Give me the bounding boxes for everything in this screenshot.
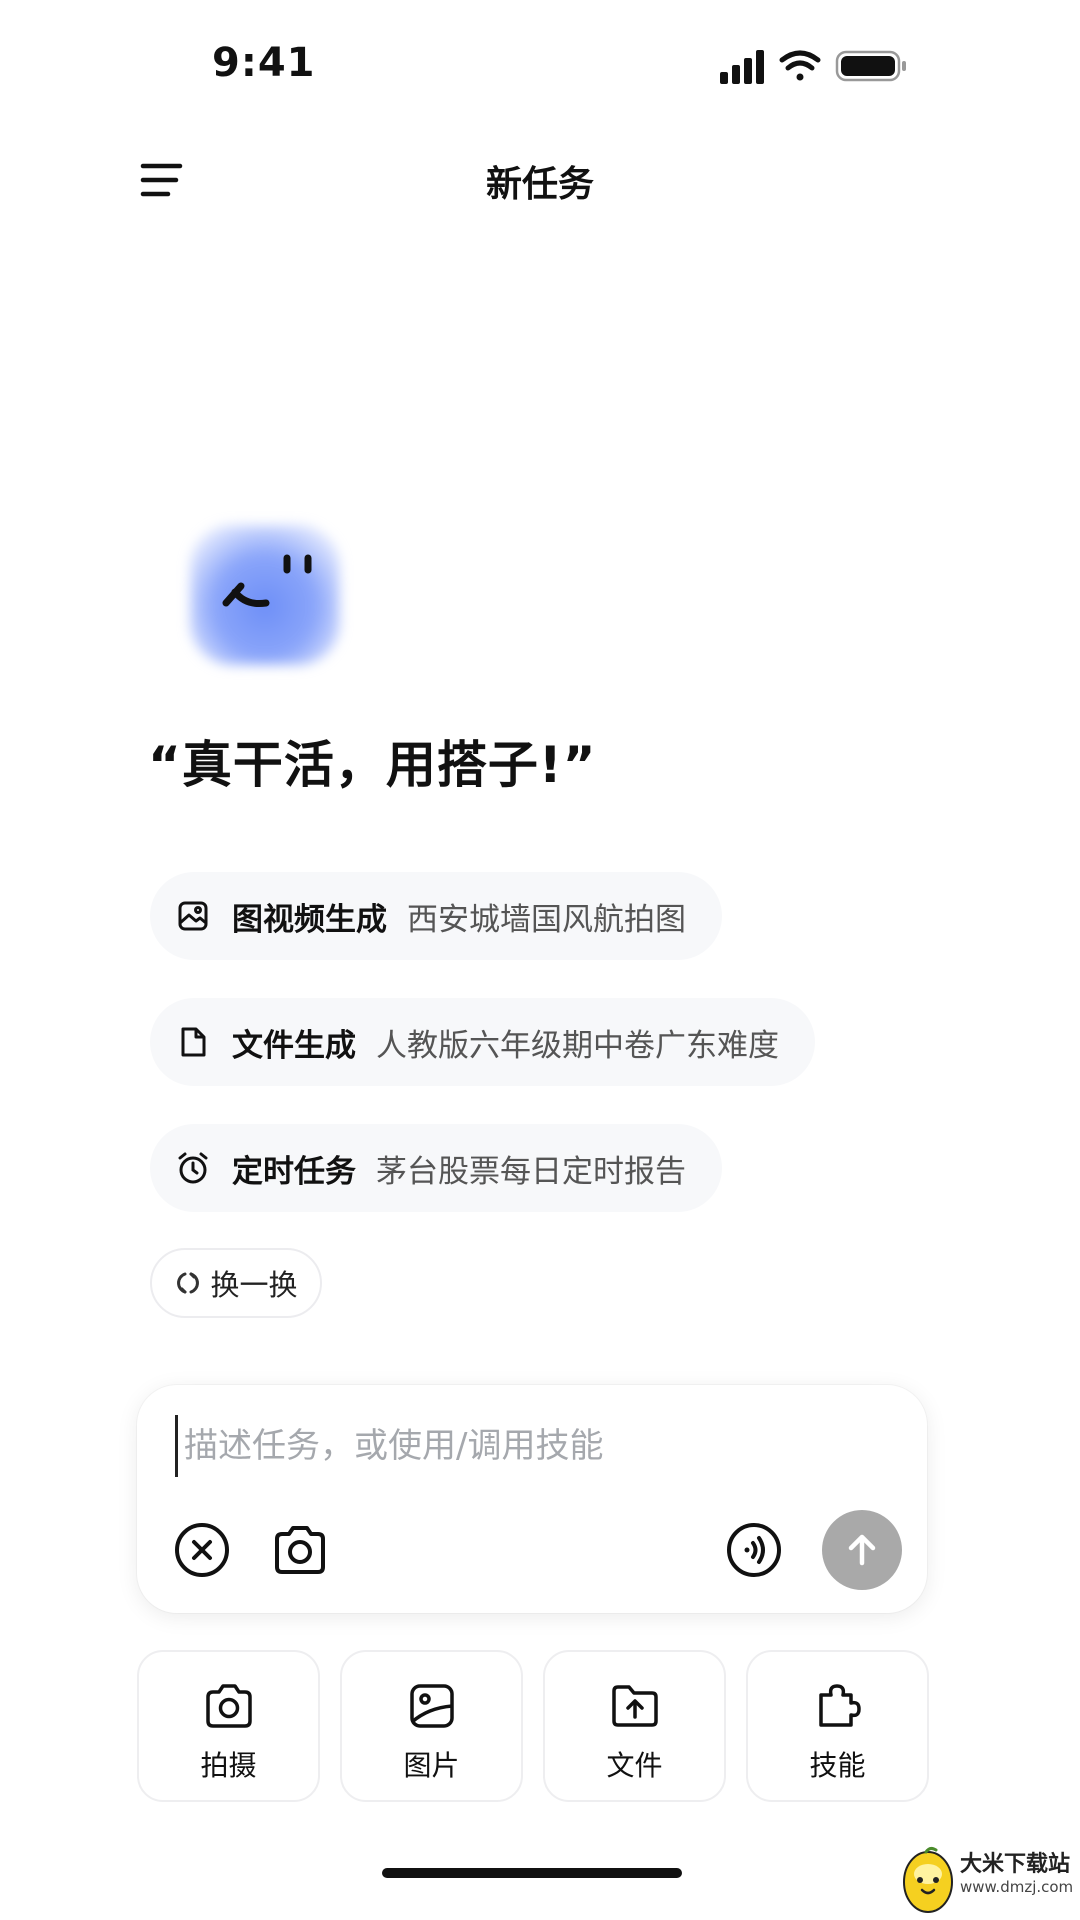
image-icon — [176, 899, 210, 933]
task-input-card — [137, 1385, 927, 1613]
battery-icon — [835, 50, 906, 82]
voice-button[interactable] — [724, 1520, 784, 1580]
suggestion-chip-file[interactable]: 文件生成 人教版六年级期中卷广东难度 — [150, 998, 815, 1086]
page-title: 新任务 — [485, 164, 594, 205]
wifi-icon — [779, 50, 821, 81]
puzzle-icon — [812, 1680, 864, 1732]
camera-icon — [275, 1526, 325, 1574]
suggestion-chip-image-video[interactable]: 图视频生成 西安城墙国风航拍图 — [150, 872, 722, 960]
refresh-icon — [177, 1272, 200, 1294]
mascot-logo — [170, 505, 370, 685]
camera-button[interactable] — [270, 1520, 330, 1580]
suggestion-example: 西安城墙国风航拍图 — [407, 901, 686, 938]
suggestion-category: 图视频生成 — [232, 901, 387, 938]
quick-action-image[interactable]: 图片 — [340, 1650, 523, 1802]
image-icon — [406, 1680, 458, 1732]
quick-action-label: 文件 — [606, 1749, 663, 1782]
close-circle-icon — [175, 1523, 229, 1577]
voice-wave-icon — [727, 1523, 781, 1577]
clear-button[interactable] — [172, 1520, 232, 1580]
task-input[interactable] — [175, 1415, 886, 1477]
suggestion-example: 茅台股票每日定时报告 — [376, 1153, 686, 1190]
suggestion-category: 文件生成 — [232, 1027, 356, 1064]
quick-action-label: 拍摄 — [200, 1749, 257, 1782]
status-icons — [720, 50, 906, 84]
smile-face-icon — [222, 554, 312, 607]
refresh-label: 换一换 — [210, 1268, 298, 1302]
status-time: 9:41 — [212, 40, 316, 86]
signal-icon — [720, 50, 764, 84]
quick-action-file[interactable]: 文件 — [543, 1650, 726, 1802]
camera-icon — [203, 1680, 255, 1732]
quick-action-label: 图片 — [403, 1749, 460, 1782]
file-icon — [176, 1025, 210, 1059]
watermark-logo-icon — [903, 1846, 953, 1913]
alarm-clock-icon — [176, 1151, 210, 1185]
quick-action-capture[interactable]: 拍摄 — [137, 1650, 320, 1802]
watermark: 大米下载站 www.dmzj.com — [900, 1842, 1080, 1920]
send-button[interactable] — [822, 1510, 902, 1590]
suggestion-category: 定时任务 — [232, 1153, 356, 1190]
suggestion-example: 人教版六年级期中卷广东难度 — [376, 1027, 779, 1064]
refresh-button[interactable]: 换一换 — [150, 1248, 322, 1318]
slogan: “真干活，用搭子!” — [148, 736, 597, 794]
arrow-up-icon — [848, 1534, 876, 1566]
quick-action-skill[interactable]: 技能 — [746, 1650, 929, 1802]
folder-upload-icon — [609, 1680, 661, 1732]
quick-action-label: 技能 — [809, 1749, 866, 1782]
suggestion-chip-scheduled[interactable]: 定时任务 茅台股票每日定时报告 — [150, 1124, 722, 1212]
watermark-name: 大米下载站 — [960, 1852, 1071, 1877]
watermark-url: www.dmzj.com — [960, 1878, 1074, 1896]
home-indicator — [382, 1868, 682, 1878]
